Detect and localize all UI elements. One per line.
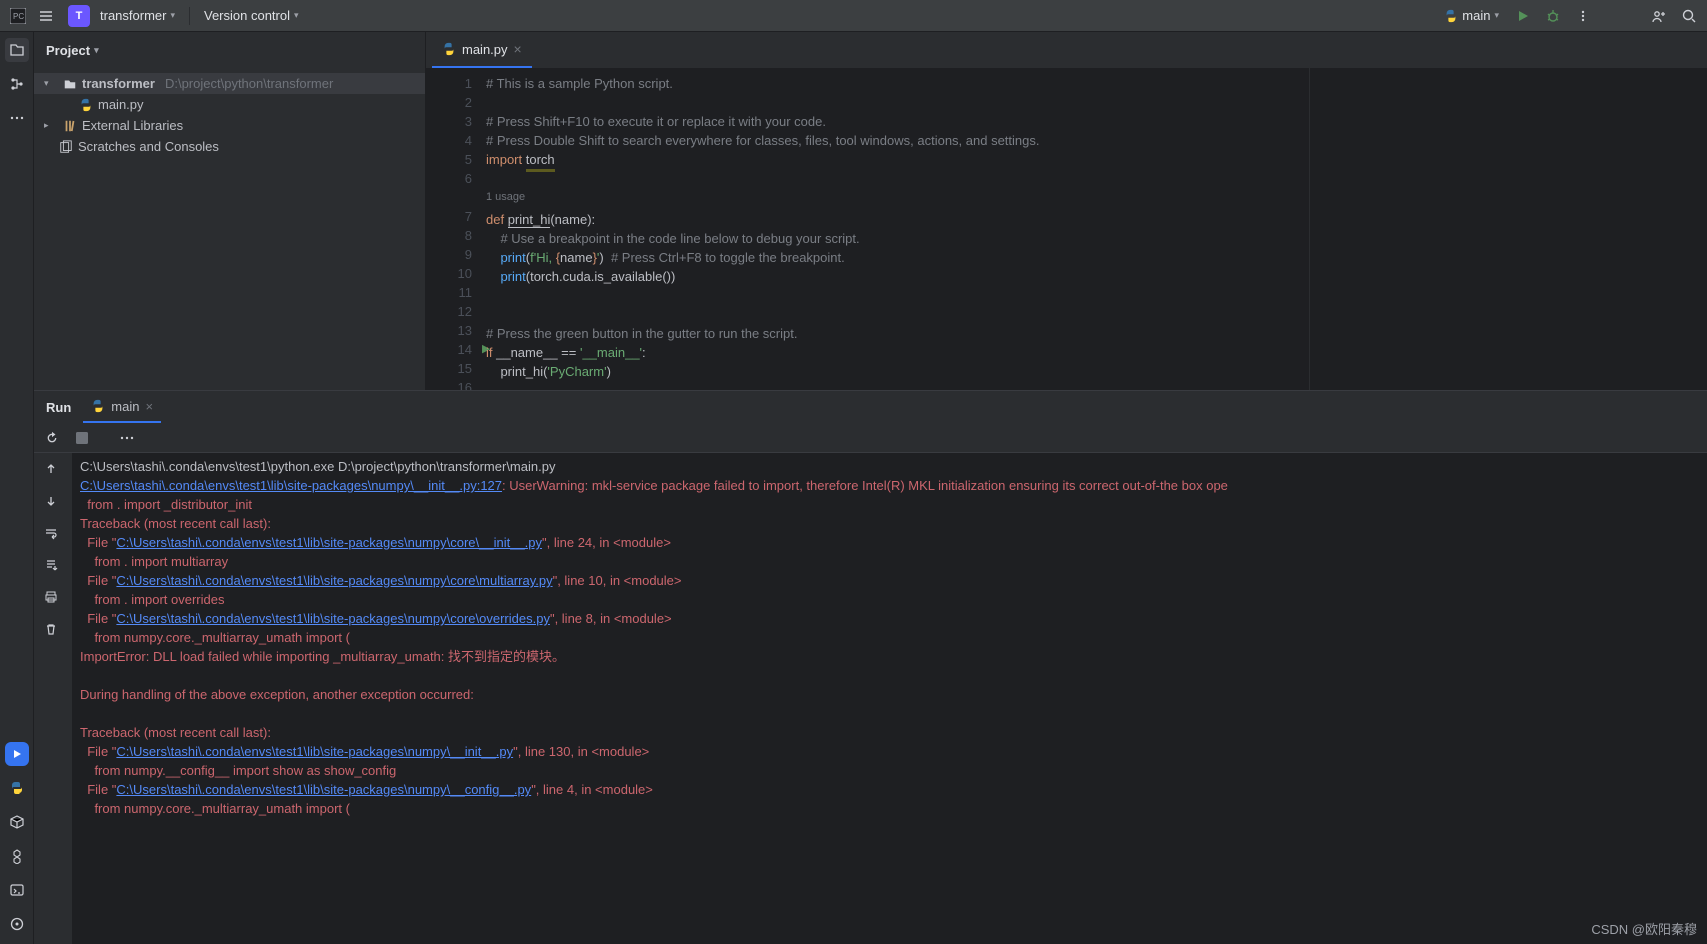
tree-file-name: main.py (98, 97, 144, 112)
run-config-label: main (1462, 8, 1490, 23)
search-icon[interactable] (1677, 4, 1701, 28)
python-icon (91, 399, 105, 413)
run-tool-icon[interactable] (5, 742, 29, 766)
tree-root-path: D:\project\python\transformer (165, 76, 333, 91)
down-stacktrace-icon[interactable] (39, 489, 63, 513)
project-badge: T (68, 5, 90, 27)
left-toolbar (0, 32, 34, 944)
topbar: PC T transformer ▾ Version control ▾ mai… (0, 0, 1707, 32)
python-packages-icon[interactable] (5, 810, 29, 834)
services-tool-icon[interactable] (5, 844, 29, 868)
project-name-label: transformer (100, 8, 166, 23)
vcs-selector[interactable]: Version control ▾ (198, 8, 305, 23)
editor-tabbar: main.py × (426, 32, 1707, 68)
run-title: Run (42, 391, 75, 423)
vcs-label: Version control (204, 8, 290, 23)
python-file-icon (442, 42, 456, 56)
more-actions-button[interactable] (1571, 4, 1595, 28)
main-menu-icon[interactable] (34, 4, 58, 28)
close-icon[interactable]: × (145, 399, 153, 414)
rerun-button[interactable] (40, 426, 64, 450)
chevron-down-icon: ▾ (44, 78, 58, 89)
run-config-name: main (111, 399, 139, 414)
soft-wrap-icon[interactable] (39, 521, 63, 545)
tree-external-libraries[interactable]: ▸ External Libraries (34, 115, 425, 136)
folder-icon (62, 76, 78, 92)
project-tree: ▾ transformer D:\project\python\transfor… (34, 69, 425, 157)
code-body[interactable]: # This is a sample Python script. # Pres… (486, 74, 1707, 381)
more-run-actions[interactable] (115, 426, 139, 450)
close-icon[interactable]: × (514, 41, 522, 57)
python-icon (1444, 9, 1458, 23)
python-file-icon (78, 97, 94, 113)
scratches-icon (58, 139, 74, 155)
tree-ext-lib-label: External Libraries (82, 118, 183, 133)
run-side-toolbar (34, 453, 68, 944)
run-toolwindow: Run main × C:\Users\tashi\.conda\envs\te… (34, 390, 1707, 944)
chevron-down-icon: ▾ (1494, 10, 1499, 21)
clear-all-icon[interactable] (39, 617, 63, 641)
project-toolwindow: Project ▾ ▾ transformer D:\project\pytho… (34, 32, 426, 390)
code-with-me-icon[interactable] (1647, 4, 1671, 28)
run-config-selector[interactable]: main ▾ (1438, 8, 1505, 23)
ide-logo-icon[interactable]: PC (6, 4, 30, 28)
run-toolbar (34, 423, 1707, 453)
project-title: Project (46, 43, 90, 58)
python-console-icon[interactable] (5, 776, 29, 800)
editor: main.py × 1 2 3 4 5 6 7 8 9 10 11 12 13 … (426, 32, 1707, 390)
gutter: 1 2 3 4 5 6 7 8 9 10 11 12 13 14 15 16 (426, 68, 480, 390)
library-icon (62, 118, 78, 134)
terminal-tool-icon[interactable] (5, 878, 29, 902)
scroll-to-end-icon[interactable] (39, 553, 63, 577)
project-header[interactable]: Project ▾ (34, 32, 425, 69)
more-tools-icon[interactable] (5, 106, 29, 130)
structure-tool-icon[interactable] (5, 72, 29, 96)
run-button[interactable] (1511, 4, 1535, 28)
print-icon[interactable] (39, 585, 63, 609)
chevron-down-icon: ▾ (170, 10, 175, 21)
debug-button[interactable] (1541, 4, 1565, 28)
watermark: CSDN @欧阳秦穆 (1591, 919, 1697, 938)
project-selector[interactable]: transformer ▾ (94, 8, 181, 23)
code-area[interactable]: 1 2 3 4 5 6 7 8 9 10 11 12 13 14 15 16 1… (426, 68, 1707, 390)
chevron-down-icon: ▾ (294, 10, 299, 21)
run-config-tab[interactable]: main × (83, 391, 161, 423)
tree-scratches-label: Scratches and Consoles (78, 139, 219, 154)
console-output[interactable]: C:\Users\tashi\.conda\envs\test1\python.… (72, 453, 1707, 944)
tree-scratches[interactable]: Scratches and Consoles (34, 136, 425, 157)
tree-root-name: transformer (82, 76, 155, 91)
chevron-down-icon: ▾ (94, 45, 99, 56)
project-tool-icon[interactable] (5, 38, 29, 62)
tree-file-main[interactable]: main.py (34, 94, 425, 115)
chevron-right-icon: ▸ (44, 120, 58, 131)
svg-text:PC: PC (13, 12, 24, 21)
run-tabbar: Run main × (34, 391, 1707, 423)
up-stacktrace-icon[interactable] (39, 457, 63, 481)
editor-tab-label: main.py (462, 42, 508, 57)
editor-tab-main[interactable]: main.py × (432, 32, 532, 68)
stop-button[interactable] (70, 426, 94, 450)
problems-tool-icon[interactable] (5, 912, 29, 936)
tree-root-folder[interactable]: ▾ transformer D:\project\python\transfor… (34, 73, 425, 94)
